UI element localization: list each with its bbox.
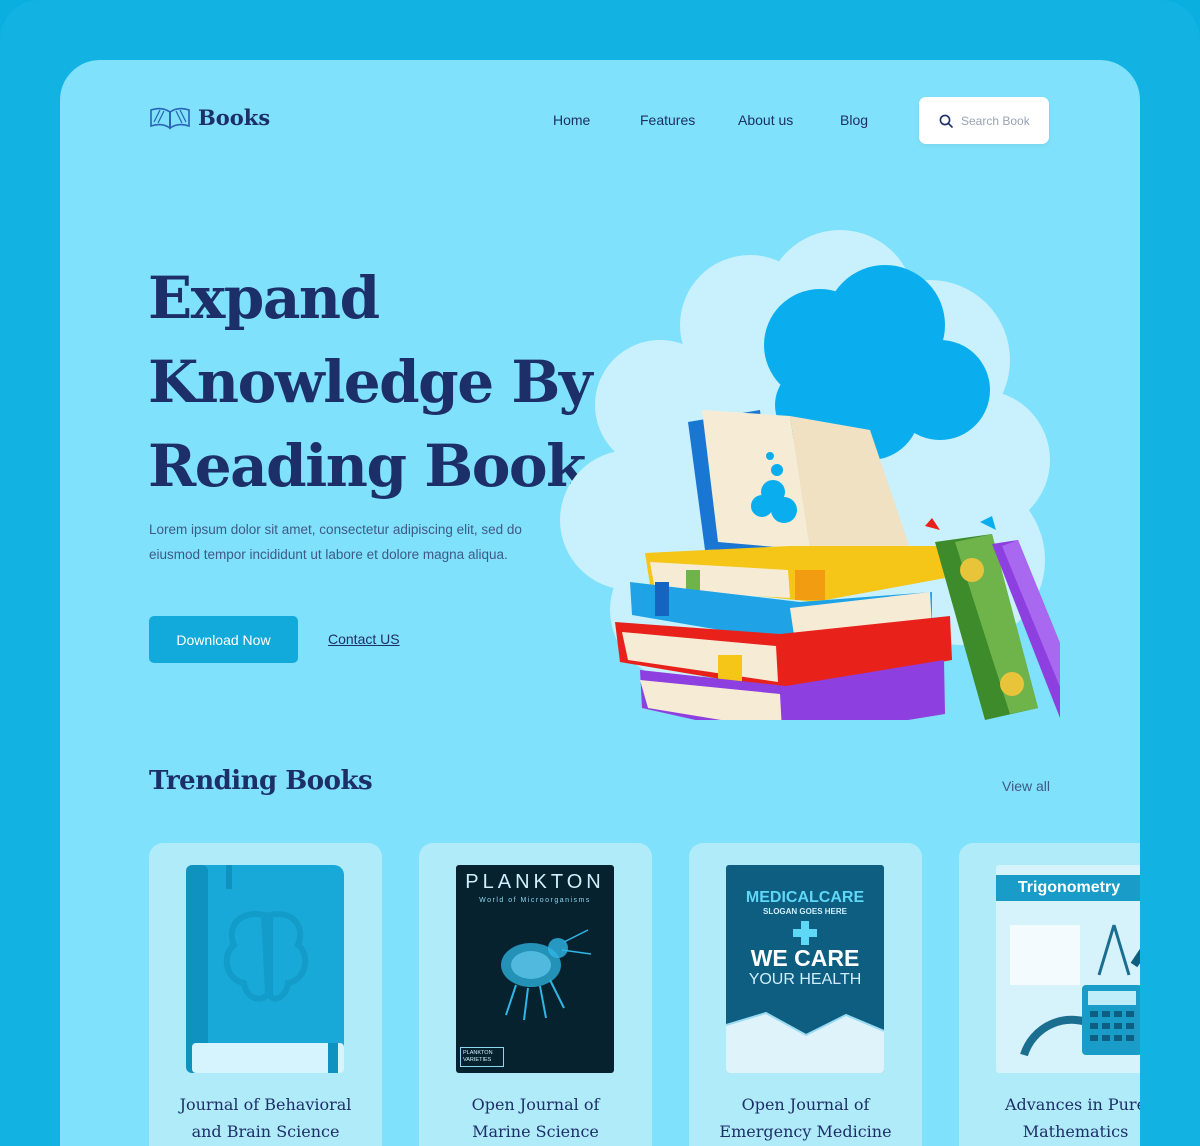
landing-page: Books Home Features About us Blog Expand… bbox=[60, 60, 1140, 1146]
book-title-line: Marine Science bbox=[472, 1122, 599, 1141]
book-cover: MEDICALCARE SLOGAN GOES HERE WE CARE YOU… bbox=[726, 865, 884, 1073]
cover-badge: PLANKTON VARIETIES bbox=[460, 1047, 504, 1067]
hero-title-line: Expand bbox=[148, 264, 380, 332]
book-title: Open Journal of Emergency Medicine bbox=[689, 1091, 922, 1145]
book-title-line: Open Journal of bbox=[741, 1095, 870, 1114]
hero-title-line: Reading Book bbox=[148, 432, 586, 500]
cover-subtitle: World of Microorganisms bbox=[479, 897, 591, 904]
cover-line: WE CARE bbox=[750, 945, 860, 971]
open-book-logo-icon bbox=[150, 107, 190, 130]
book-cover: PLANKTON World of Microorganisms PLANKTO… bbox=[456, 865, 614, 1073]
hero-title: Expand Knowledge By Reading Book bbox=[148, 256, 608, 508]
plankton-illustration bbox=[501, 929, 592, 1021]
brand-logo[interactable]: Books bbox=[150, 104, 270, 130]
view-all-link[interactable]: View all bbox=[1002, 778, 1050, 794]
hero-description: Lorem ipsum dolor sit amet, consectetur … bbox=[149, 522, 522, 562]
book-cover bbox=[186, 865, 344, 1073]
math-tools-illustration bbox=[1010, 924, 1140, 1057]
nav-blog[interactable]: Blog bbox=[840, 112, 868, 128]
book-title: Advances in Pure Mathematics bbox=[959, 1091, 1140, 1145]
book-card[interactable]: Trigonometry Advances in Pure Mathematic… bbox=[959, 843, 1140, 1146]
search-icon bbox=[939, 114, 953, 128]
book-title-line: Journal of Behavioral bbox=[179, 1095, 352, 1114]
hero-title-line: Knowledge By bbox=[148, 348, 593, 416]
cover-title: PLANKTON bbox=[465, 871, 605, 893]
paper-pattern bbox=[726, 1011, 884, 1073]
search-box[interactable] bbox=[919, 97, 1049, 144]
book-title-line: Advances in Pure bbox=[1004, 1095, 1140, 1114]
book-title-line: Emergency Medicine bbox=[719, 1122, 892, 1141]
cover-title: MEDICALCARE bbox=[745, 889, 865, 906]
book-card[interactable]: MEDICALCARE SLOGAN GOES HERE WE CARE YOU… bbox=[689, 843, 922, 1146]
cover-title: Trigonometry bbox=[996, 875, 1140, 901]
nav-home[interactable]: Home bbox=[553, 112, 590, 128]
book-title-line: Mathematics bbox=[1022, 1122, 1129, 1141]
book-title: Journal of Behavioral and Brain Science bbox=[149, 1091, 382, 1145]
cover-line: YOUR HEALTH bbox=[748, 971, 862, 988]
book-title-line: Open Journal of bbox=[471, 1095, 600, 1114]
cover-subtitle: SLOGAN GOES HERE bbox=[762, 907, 847, 916]
brand-name: Books bbox=[198, 104, 271, 130]
book-card[interactable]: PLANKTON World of Microorganisms PLANKTO… bbox=[419, 843, 652, 1146]
medical-cross-icon bbox=[793, 921, 817, 945]
nav-features[interactable]: Features bbox=[640, 112, 695, 128]
section-title-trending: Trending Books bbox=[149, 766, 373, 796]
book-cover: Trigonometry bbox=[996, 865, 1140, 1073]
contact-us-link[interactable]: Contact US bbox=[328, 631, 400, 647]
book-card[interactable]: Journal of Behavioral and Brain Science bbox=[149, 843, 382, 1146]
book-stack-illustration bbox=[560, 230, 1060, 720]
book-title-line: and Brain Science bbox=[191, 1122, 340, 1141]
download-now-button[interactable]: Download Now bbox=[149, 616, 298, 663]
outer-frame: Books Home Features About us Blog Expand… bbox=[0, 0, 1200, 1146]
brain-book-icon bbox=[186, 865, 344, 1073]
nav-about-us[interactable]: About us bbox=[738, 112, 793, 128]
book-title: Open Journal of Marine Science bbox=[419, 1091, 652, 1145]
search-input[interactable] bbox=[961, 113, 1037, 128]
